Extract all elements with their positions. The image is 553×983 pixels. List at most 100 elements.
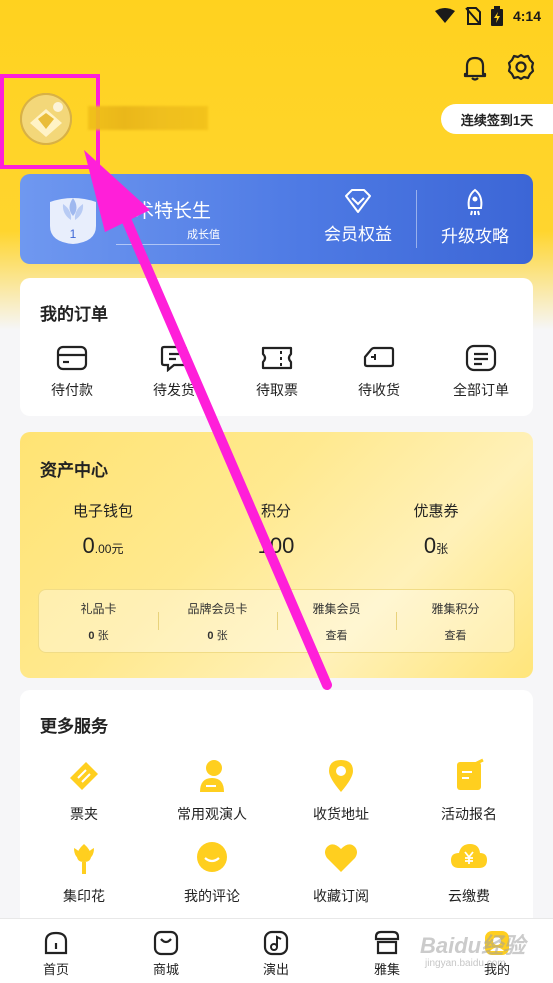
service-collect-stamps[interactable]: 集印花 bbox=[24, 840, 144, 906]
member-divider bbox=[416, 190, 417, 248]
service-my-comments[interactable]: 我的评论 bbox=[152, 840, 272, 906]
flower-icon bbox=[74, 844, 94, 874]
order-pending-ticket-label: 待取票 bbox=[256, 382, 298, 398]
nav-mall-label: 商城 bbox=[152, 962, 179, 977]
services-card: 更多服务 票夹 常用观演人 收货地址 活动报名 集印花 我的评论 收藏订阅 云缴… bbox=[20, 690, 533, 918]
truck-icon bbox=[363, 346, 395, 368]
asset-coupons-suffix: 张 bbox=[436, 542, 449, 556]
nav-home[interactable]: 首页 bbox=[21, 929, 91, 978]
order-pending-receipt[interactable]: 待收货 bbox=[339, 344, 419, 400]
growth-value-label[interactable]: 成长值 bbox=[116, 226, 220, 245]
service-frequent-viewers[interactable]: 常用观演人 bbox=[152, 758, 272, 824]
package-icon bbox=[160, 345, 188, 372]
asset-points-label: 积分 bbox=[260, 503, 291, 520]
asset-center-title: 资产中心 bbox=[40, 461, 108, 480]
services-title: 更多服务 bbox=[40, 717, 108, 736]
nav-shows-label: 演出 bbox=[262, 962, 289, 977]
annotation-highlight-box bbox=[0, 74, 100, 169]
upgrade-guide-label: 升级攻略 bbox=[441, 227, 509, 246]
yaji-points-item[interactable]: 雅集积分 查看 bbox=[396, 600, 515, 643]
heart-icon bbox=[325, 844, 357, 872]
member-benefits-button[interactable]: 会员权益 bbox=[303, 188, 413, 245]
asset-coupons-value: 0 bbox=[423, 533, 437, 558]
person-icon bbox=[200, 760, 224, 792]
orders-title: 我的订单 bbox=[40, 305, 108, 324]
yaji-member-label: 雅集会员 bbox=[312, 602, 361, 616]
ticket-folder-icon bbox=[70, 762, 98, 790]
rocket-icon bbox=[467, 188, 483, 216]
level-badge-icon: 1 bbox=[50, 198, 96, 244]
asset-points-value: 100 bbox=[257, 533, 295, 558]
gift-card-label: 礼品卡 bbox=[80, 602, 117, 616]
list-icon bbox=[465, 344, 497, 372]
yaji-points-label: 雅集积分 bbox=[431, 602, 480, 616]
asset-wallet-value: 0 bbox=[82, 533, 95, 558]
order-pending-receipt-label: 待收货 bbox=[358, 382, 400, 398]
watermark-url: jingyan.baidu.com bbox=[425, 958, 506, 969]
order-pending-ticket[interactable]: 待取票 bbox=[237, 344, 317, 400]
order-pending-shipment[interactable]: 待发货 bbox=[134, 344, 214, 400]
upgrade-guide-button[interactable]: 升级攻略 bbox=[420, 188, 530, 247]
service-frequent-viewers-label: 常用观演人 bbox=[177, 806, 247, 822]
no-sim-icon bbox=[465, 7, 481, 25]
service-ticket-folder-label: 票夹 bbox=[70, 806, 98, 822]
nav-shows[interactable]: 演出 bbox=[241, 929, 311, 978]
brand-card-suffix: 张 bbox=[213, 630, 228, 642]
ticket-icon bbox=[261, 346, 293, 370]
shopping-bag-icon bbox=[153, 930, 179, 956]
service-favorites-label: 收藏订阅 bbox=[313, 888, 369, 904]
comment-icon bbox=[197, 842, 227, 872]
service-collect-stamps-label: 集印花 bbox=[63, 888, 105, 904]
nav-mall[interactable]: 商城 bbox=[131, 929, 201, 978]
asset-points[interactable]: 积分 100 bbox=[201, 500, 351, 559]
username-blurred bbox=[88, 106, 208, 130]
location-pin-icon bbox=[329, 760, 353, 792]
service-my-comments-label: 我的评论 bbox=[184, 888, 240, 904]
signin-streak-button[interactable]: 连续签到1天 bbox=[441, 104, 553, 134]
nav-gathering[interactable]: 雅集 bbox=[352, 929, 422, 978]
member-level-title: 艺术特长生 bbox=[116, 201, 212, 222]
asset-coupons[interactable]: 优惠券 0张 bbox=[361, 500, 511, 559]
service-ticket-folder[interactable]: 票夹 bbox=[24, 758, 144, 824]
member-benefits-label: 会员权益 bbox=[324, 225, 392, 244]
service-cloud-payment[interactable]: 云缴费 bbox=[409, 840, 529, 906]
service-event-signup[interactable]: 活动报名 bbox=[409, 758, 529, 824]
brand-card-item[interactable]: 品牌会员卡 0 张 bbox=[158, 600, 277, 643]
service-cloud-payment-label: 云缴费 bbox=[448, 888, 490, 904]
yaji-member-item[interactable]: 雅集会员 查看 bbox=[277, 600, 396, 643]
nav-gathering-label: 雅集 bbox=[373, 962, 400, 977]
asset-sub-panel: 礼品卡 0 张 品牌会员卡 0 张 雅集会员 查看 雅集积分 查看 bbox=[38, 589, 515, 653]
yaji-member-link: 查看 bbox=[325, 630, 348, 642]
order-all-label: 全部订单 bbox=[453, 382, 509, 398]
order-pending-payment[interactable]: 待付款 bbox=[32, 344, 112, 400]
wifi-icon bbox=[434, 8, 455, 23]
wallet-icon bbox=[56, 345, 88, 371]
bell-icon[interactable] bbox=[460, 52, 490, 82]
asset-center-card: 资产中心 电子钱包 0.00元 积分 100 优惠券 0张 礼品卡 0 张 品牌… bbox=[20, 432, 533, 678]
service-favorites[interactable]: 收藏订阅 bbox=[281, 840, 401, 906]
battery-charging-icon bbox=[490, 6, 503, 26]
gift-card-item[interactable]: 礼品卡 0 张 bbox=[39, 600, 158, 643]
status-bar: 4:14 bbox=[0, 0, 553, 34]
brand-card-label: 品牌会员卡 bbox=[187, 602, 248, 616]
status-time: 4:14 bbox=[512, 8, 541, 24]
level-number: 1 bbox=[70, 227, 77, 241]
order-all[interactable]: 全部订单 bbox=[441, 344, 521, 400]
member-card[interactable]: 1 艺术特长生 成长值 会员权益 升级攻略 bbox=[20, 174, 533, 264]
order-pending-shipment-label: 待发货 bbox=[153, 382, 195, 398]
asset-coupons-label: 优惠券 bbox=[413, 503, 459, 520]
asset-wallet-label: 电子钱包 bbox=[72, 503, 133, 520]
yaji-points-link: 查看 bbox=[444, 630, 467, 642]
nav-home-label: 首页 bbox=[42, 962, 69, 977]
service-event-signup-label: 活动报名 bbox=[441, 806, 497, 822]
music-note-icon bbox=[263, 930, 289, 956]
gift-card-suffix: 张 bbox=[94, 630, 109, 642]
service-shipping-address[interactable]: 收货地址 bbox=[281, 758, 401, 824]
asset-wallet-suffix: .00元 bbox=[94, 542, 124, 556]
asset-wallet[interactable]: 电子钱包 0.00元 bbox=[28, 500, 178, 559]
cloud-yuan-icon bbox=[451, 844, 487, 868]
order-pending-payment-label: 待付款 bbox=[51, 382, 93, 398]
gear-icon[interactable] bbox=[506, 52, 536, 82]
watermark-logo: Baidu经验 bbox=[420, 933, 526, 958]
orders-card: 我的订单 待付款 待发货 待取票 待收货 全部订单 bbox=[20, 278, 533, 416]
